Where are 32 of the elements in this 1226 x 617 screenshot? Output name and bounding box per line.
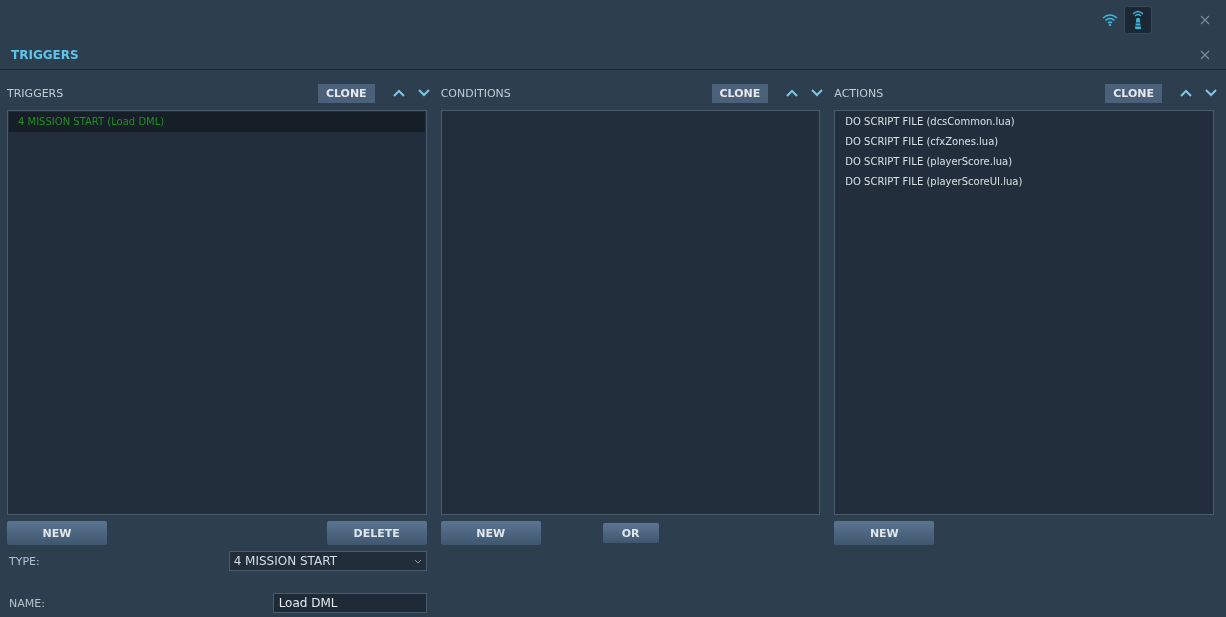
action-button[interactable]: DELETE xyxy=(326,521,427,545)
wifi-icon[interactable] xyxy=(1102,14,1118,26)
panel-heading: CONDITIONS xyxy=(440,86,511,100)
chevron-down-icon[interactable] xyxy=(810,88,825,98)
list-item[interactable]: DO SCRIPT FILE (dcsCommon.lua) xyxy=(836,112,1212,132)
list-item[interactable]: DO SCRIPT FILE (playerScore.lua) xyxy=(836,152,1212,172)
panel-heading: ACTIONS xyxy=(834,86,884,100)
chevron-down-icon[interactable] xyxy=(1204,88,1218,98)
close-icon[interactable] xyxy=(1200,15,1210,25)
action-button[interactable]: NEW xyxy=(834,521,935,545)
list-item[interactable]: 4 MISSION START (Load DML) xyxy=(9,112,425,132)
name-input[interactable]: Load DML xyxy=(272,593,427,613)
list-item[interactable]: DO SCRIPT FILE (playerScoreUI.lua) xyxy=(836,172,1212,192)
field-label: TYPE: xyxy=(9,554,40,568)
chevron-up-icon[interactable] xyxy=(391,88,406,98)
chevron-up-icon[interactable] xyxy=(785,88,800,98)
action-button[interactable]: OR xyxy=(602,523,659,543)
clone-button[interactable]: CLONE xyxy=(317,83,375,103)
list-item[interactable]: DO SCRIPT FILE (cfxZones.lua) xyxy=(836,132,1212,152)
close-icon[interactable] xyxy=(1200,49,1210,60)
radio-tower-icon[interactable] xyxy=(1124,6,1152,34)
panel-heading: TRIGGERS xyxy=(7,86,64,100)
action-button[interactable]: NEW xyxy=(440,521,541,545)
type-dropdown[interactable]: 4 MISSION START xyxy=(228,551,427,571)
caret-icon xyxy=(413,558,422,564)
chevron-down-icon[interactable] xyxy=(416,88,431,98)
chevron-up-icon[interactable] xyxy=(1179,88,1193,98)
clone-button[interactable]: CLONE xyxy=(711,83,769,103)
field-label: NAME: xyxy=(9,596,45,610)
clone-button[interactable]: CLONE xyxy=(1105,83,1162,103)
window-title: TRIGGERS xyxy=(11,47,79,62)
action-button[interactable]: NEW xyxy=(7,521,107,545)
